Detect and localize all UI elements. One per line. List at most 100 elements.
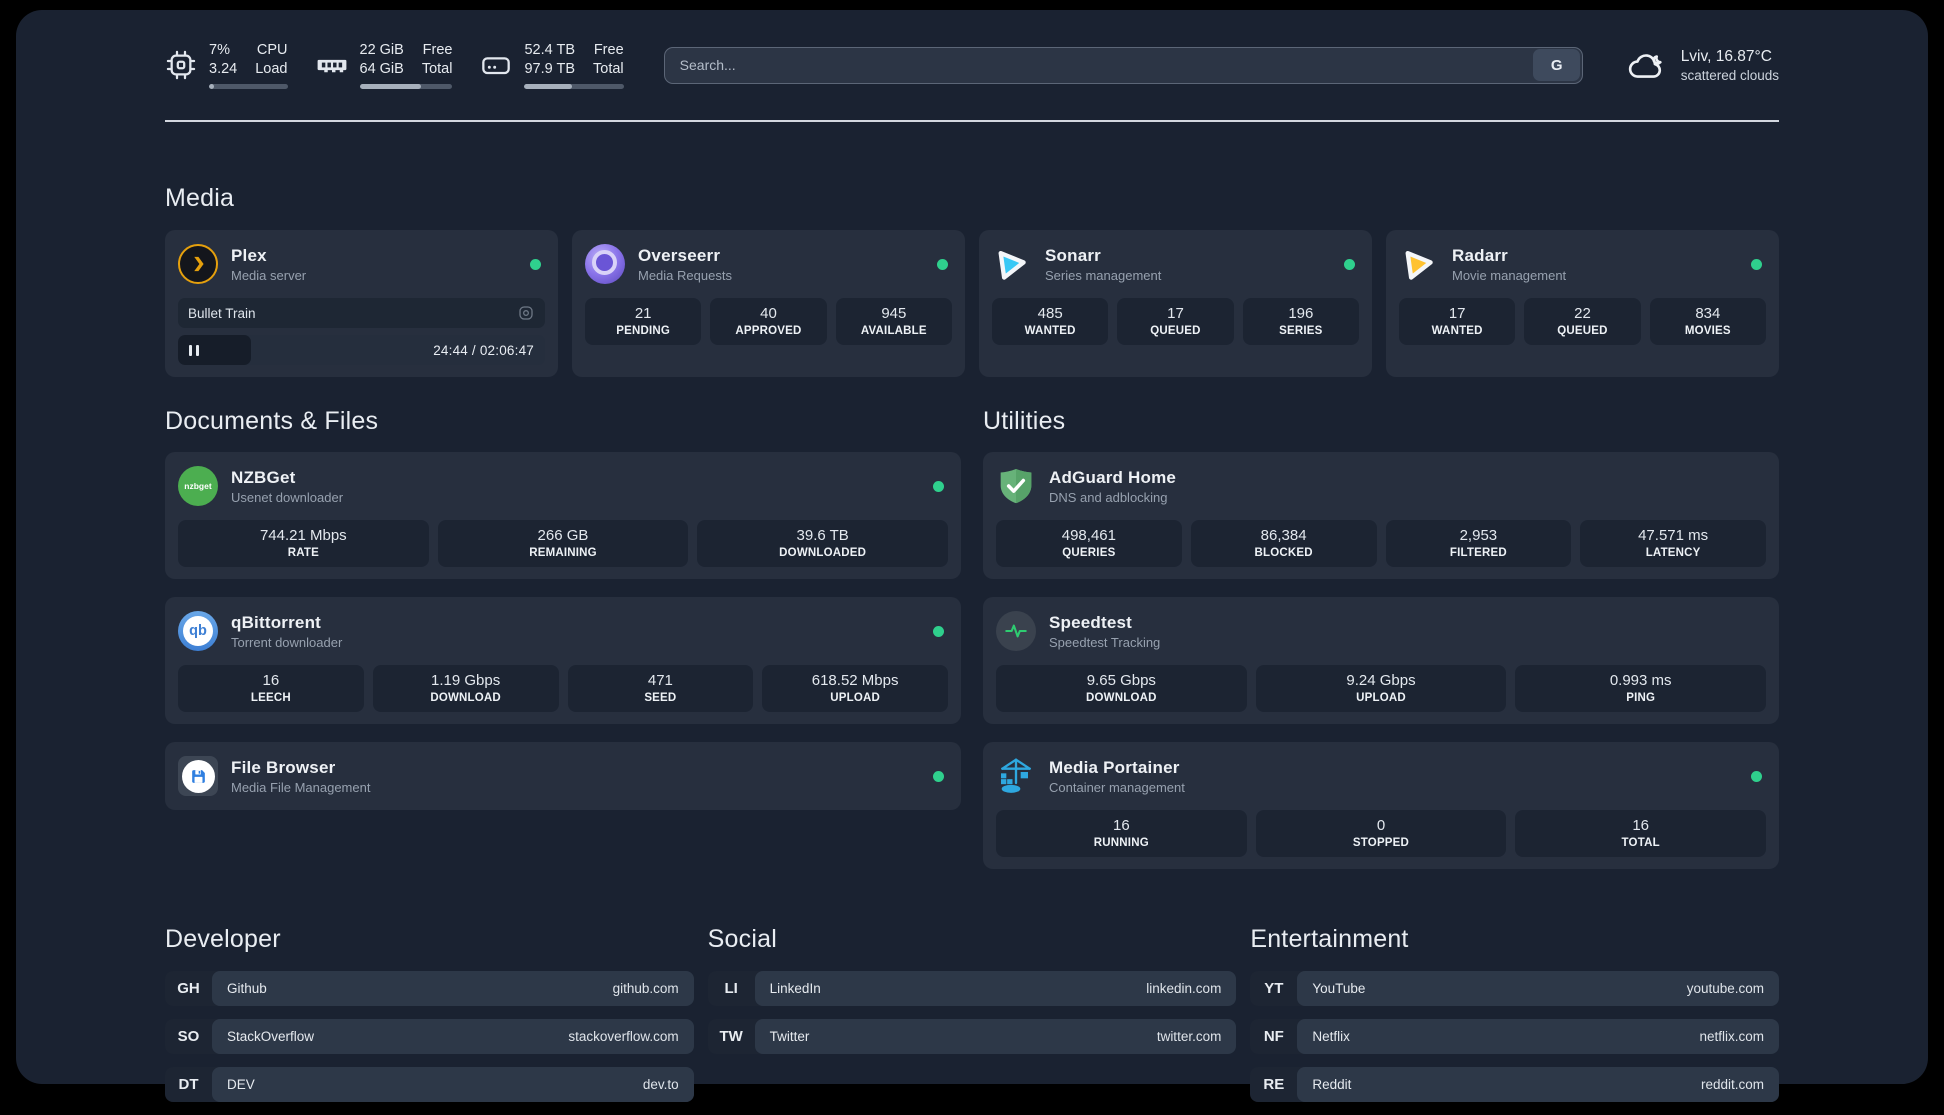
card-subtitle: Series management [1045,267,1162,283]
disk-icon [482,57,511,75]
bookmark-name: Netflix [1312,1029,1350,1044]
resource-widgets: 7% 3.24 CPU Load 22 GiB 64 GiB Free Tota… [165,41,624,89]
status-online-dot [530,258,541,270]
card-subtitle: Movie management [1452,267,1567,283]
stat-label: STOPPED [1352,837,1410,849]
status-online-dot [933,770,944,782]
cloud-icon [1628,54,1662,78]
portainer-card[interactable]: Media Portainer Container management 16 … [983,742,1779,869]
stat-latency: 47.571 ms LATENCY [1580,520,1766,567]
overseerr-card[interactable]: Overseerr Media Requests 21 PENDING 40 A… [572,230,965,377]
stat-label: WANTED [1024,325,1076,337]
stat-value: 16 [1112,817,1130,834]
nzbget-logo-icon: nzbget [178,466,218,506]
card-title: File Browser [231,757,336,777]
stat-value: 21 [634,305,652,322]
bookmark-name: DEV [227,1077,255,1092]
stat-value: 40 [760,305,777,322]
stat-label: RUNNING [1093,837,1149,849]
status-online-dot [933,480,944,492]
session-icon [519,306,533,320]
card-title: NZBGet [231,467,296,487]
bookmark-dev[interactable]: DT DEV dev.to [165,1067,694,1102]
card-title: qBittorrent [231,612,322,632]
stat-label: WANTED [1431,325,1483,337]
stat-leech: 16 LEECH [178,665,364,712]
stat-running: 16 RUNNING [996,810,1247,857]
stat-label: PING [1626,692,1656,704]
filebrowser-card[interactable]: File Browser Media File Management [165,742,961,810]
card-subtitle: DNS and adblocking [1049,489,1168,505]
memory-stats: 22 GiB 64 GiB Free Total [359,41,453,89]
bookmark-url: dev.to [642,1077,679,1092]
cpu-load-value: 3.24 [209,61,238,77]
filebrowser-logo-icon [178,756,218,796]
radarr-card[interactable]: Radarr Movie management 17 WANTED 22 QUE… [1386,230,1779,377]
bookmark-twitter[interactable]: TW Twitter twitter.com [707,1019,1237,1054]
stat-value: 618.52 Mbps [811,672,899,689]
stat-value: 2,953 [1459,527,1498,544]
bookmark-abbr: SO [177,1028,200,1045]
search-provider-button[interactable]: G [1533,49,1581,81]
entertainment-heading: Entertainment [1250,925,1409,953]
stat-stopped: 0 STOPPED [1255,810,1507,857]
plex-card[interactable]: Plex Media server Bullet Train 24:44 / 0… [165,230,558,377]
bookmark-linkedin[interactable]: LI LinkedIn linkedin.com [707,971,1237,1006]
stat-wanted: 17 WANTED [1399,298,1516,345]
plex-logo-icon [178,244,218,284]
stat-label: FILTERED [1449,547,1507,559]
bookmark-github[interactable]: GH Github github.com [165,971,694,1006]
disk-total-value: 97.9 TB [524,61,576,77]
bookmark-abbr: DT [178,1076,199,1093]
cpu-percent: 7% [209,42,230,59]
bookmark-url: youtube.com [1686,981,1764,996]
search-bar: G [663,46,1583,84]
stat-series: 196 SERIES [1242,298,1359,345]
disk-widget: 52.4 TB 97.9 TB Free Total [480,41,624,89]
section-developer: Developer GH Github github.com SO StackO… [165,925,694,1115]
stat-movies: 834 MOVIES [1649,298,1766,345]
stat-value: 196 [1288,305,1314,322]
bookmark-youtube[interactable]: YT YouTube youtube.com [1250,971,1779,1006]
search-input[interactable] [663,46,1583,84]
bookmark-reddit[interactable]: RE Reddit reddit.com [1250,1067,1779,1102]
bookmark-abbr: NF [1263,1028,1284,1045]
card-title: Media Portainer [1049,757,1180,777]
stat-label: PENDING [616,325,671,337]
status-online-dot [933,625,944,637]
cpu-label-2: Load [255,61,288,77]
bookmark-abbr: RE [1263,1076,1285,1093]
section-social: Social LI LinkedIn linkedin.com TW Twitt… [707,925,1237,1115]
stat-approved: 40 APPROVED [710,298,827,345]
adguard-card[interactable]: AdGuard Home DNS and adblocking 498,461 … [983,452,1779,579]
bookmark-stackoverflow[interactable]: SO StackOverflow stackoverflow.com [165,1019,694,1054]
cpu-icon [166,50,196,80]
qbittorrent-card[interactable]: qb qBittorrent Torrent downloader 16 LEE… [165,597,961,724]
stat-value: 834 [1695,305,1721,322]
sonarr-card[interactable]: Sonarr Series management 485 WANTED 17 Q… [979,230,1372,377]
stat-filtered: 2,953 FILTERED [1385,520,1572,567]
stat-value: 471 [647,672,673,689]
bookmark-url: twitter.com [1156,1029,1222,1044]
stat-value: 47.571 ms [1638,527,1709,544]
status-online-dot [1344,258,1355,270]
weather-widget: Lviv, 16.87°C scattered clouds [1627,48,1779,83]
playback-progress-row: 24:44 / 02:06:47 [178,335,545,365]
header-divider [165,120,1779,122]
nzbget-card[interactable]: nzbget NZBGet Usenet downloader 744.21 M… [165,452,961,579]
stat-label: SEED [644,692,677,704]
social-heading: Social [707,925,777,953]
stat-queries: 498,461 QUERIES [996,520,1182,567]
speedtest-card[interactable]: Speedtest Speedtest Tracking 9.65 Gbps D… [983,597,1779,724]
bookmark-abbr: TW [719,1028,743,1045]
section-documents: Documents & Files nzbget NZBGet Usenet d… [165,407,961,869]
card-title: Sonarr [1045,245,1101,265]
bookmark-netflix[interactable]: NF Netflix netflix.com [1250,1019,1779,1054]
qbittorrent-logo-text: qb [189,623,207,639]
stat-blocked: 86,384 BLOCKED [1190,520,1377,567]
stat-pending: 21 PENDING [585,298,702,345]
card-subtitle: Torrent downloader [231,634,343,650]
card-title: Overseerr [638,245,721,265]
stat-value: 9.65 Gbps [1086,672,1156,689]
dashboard: 7% 3.24 CPU Load 22 GiB 64 GiB Free Tota… [16,10,1928,1102]
